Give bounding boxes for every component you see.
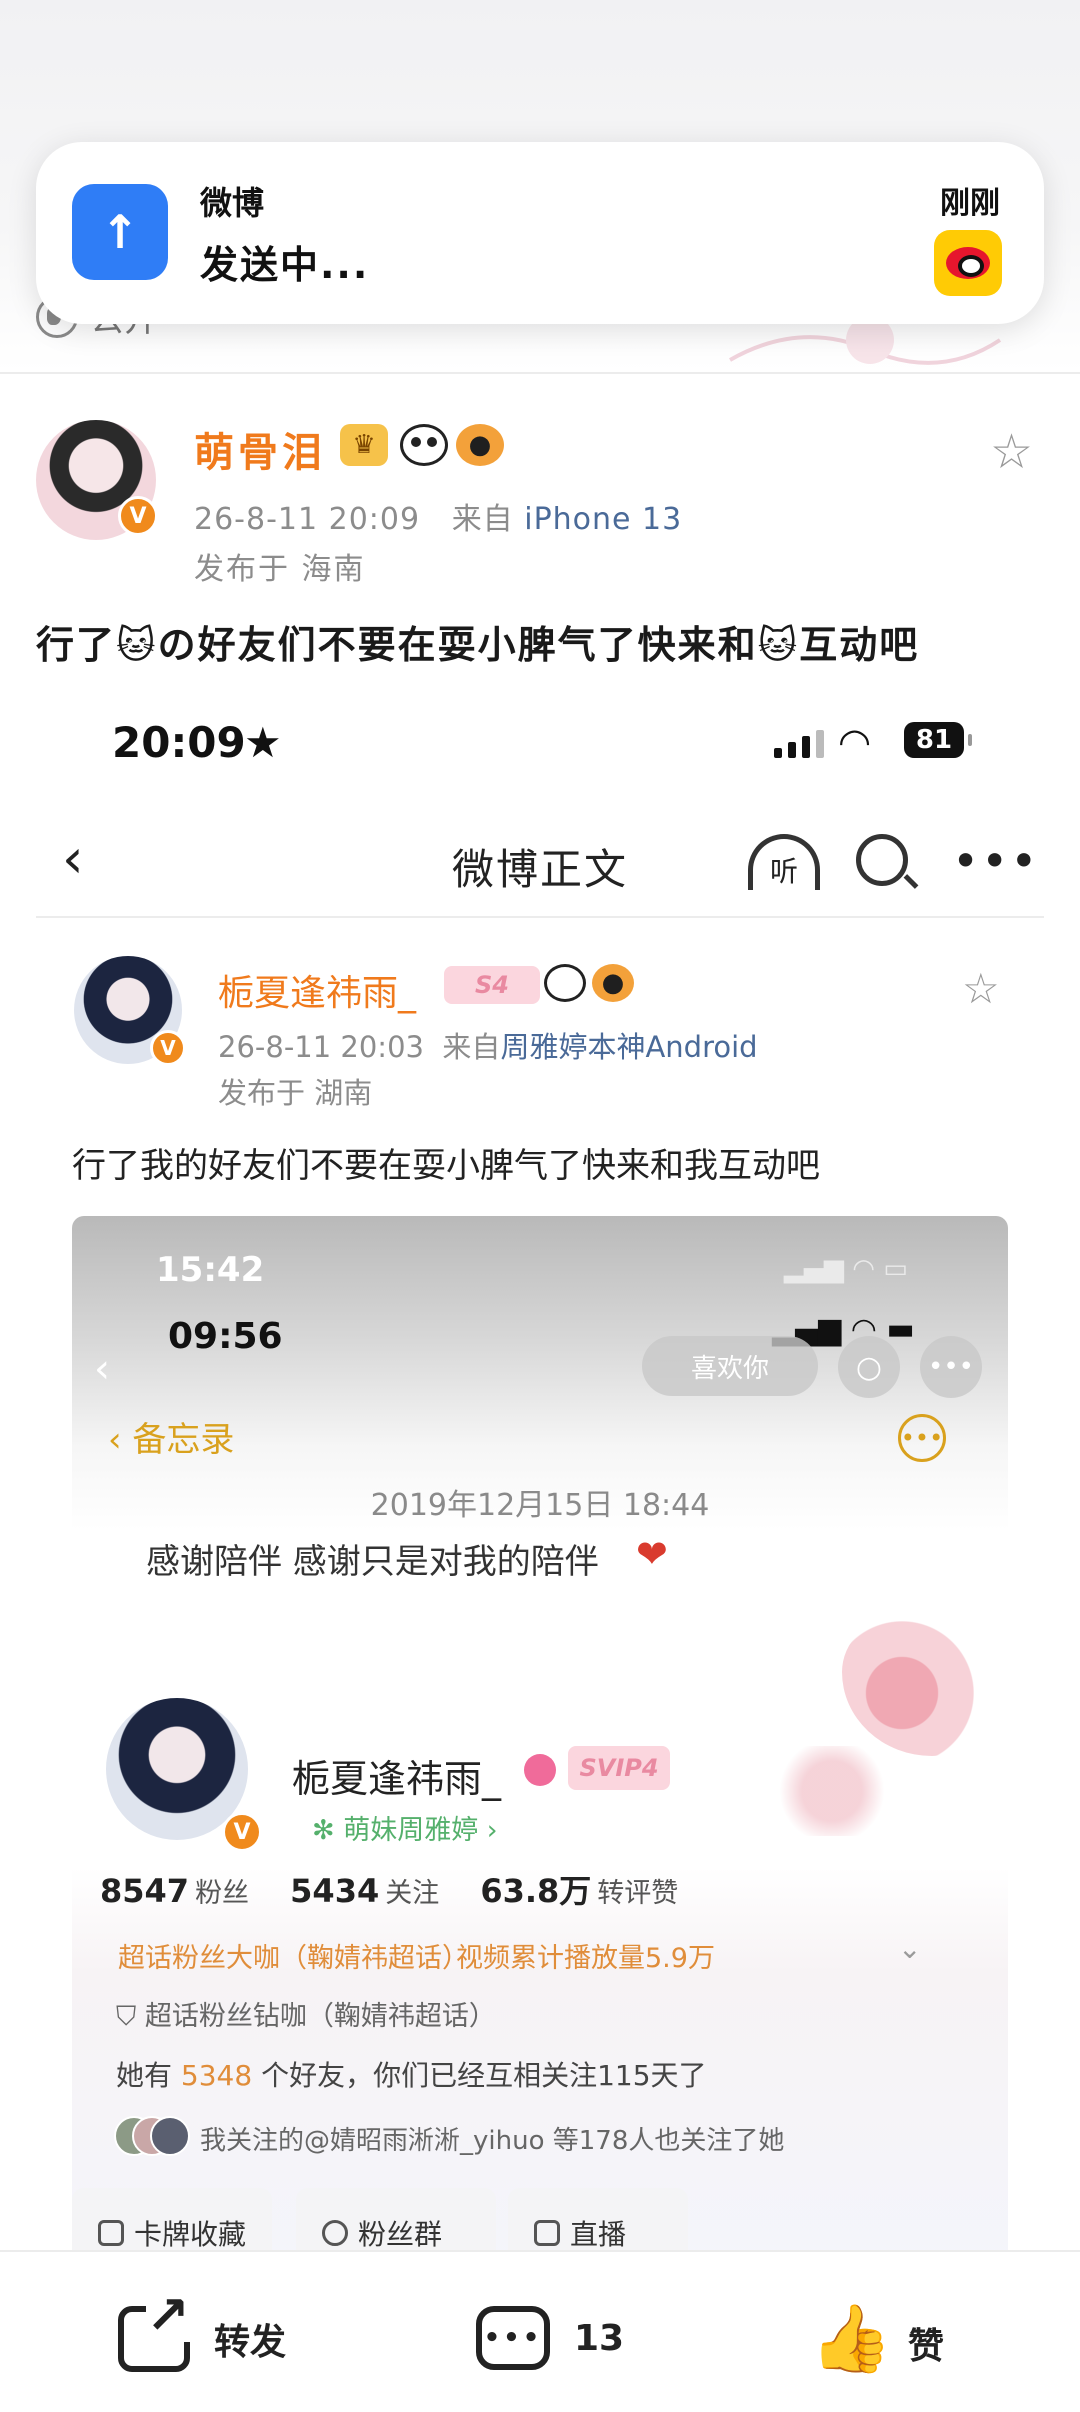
shot-pink-search-icon (524, 1754, 556, 1786)
notification-message: 发送中... (200, 243, 370, 287)
pufferfish-badge-icon[interactable]: ● (456, 424, 504, 466)
shot-back-icon: ‹ (94, 1346, 110, 1392)
shot-search-icon: ○ (838, 1336, 900, 1398)
stat-unit: 转评赞 (597, 1878, 679, 1909)
shot-badge-2: 视频累计播放量5.9万 (456, 1943, 715, 1974)
notification-app-name: 微博 (200, 184, 265, 222)
upload-notification[interactable]: ↑ 微博 发送中... 刚刚 (36, 142, 1044, 324)
shot-like-button: 喜欢你 (642, 1336, 818, 1396)
crown-badge-icon[interactable]: ♛ (340, 424, 388, 466)
shot-memo-date: 2019年12月15日 18:44 (370, 1488, 710, 1523)
shot-profile-tag: ✻ 萌妹周雅婷 › (312, 1815, 498, 1846)
stat-unit: 粉丝 (195, 1878, 250, 1909)
inner-post-timestamp: 26-8-11 20:03 (218, 1030, 424, 1064)
inner-post-meta: 26-8-11 20:03 来自周雅婷本神Android (218, 1024, 758, 1066)
shot-more-icon: ••• (920, 1336, 982, 1398)
post-text: 行了🐱の好友们不要在耍小脾气了快来和🐱互动吧 (36, 623, 920, 667)
thumbs-up-icon: 👍 (810, 2300, 893, 2377)
upload-arrow-icon: ↑ (72, 184, 168, 280)
shot-followed-by: 我关注的@婧昭雨淅淅_yihuo 等178人也关注了她 (200, 2126, 785, 2156)
shot-stats-row: 8547 粉丝 5434 关注 63.8万 转评赞 (100, 1866, 980, 1916)
verified-badge-icon: V (118, 496, 158, 536)
embedded-status-bar: 20:09 ★ ◠ 81 (0, 718, 1080, 780)
like-label: 赞 (908, 2326, 945, 2367)
attached-screenshot-image[interactable]: 15:42 ▂▄▆ ◠ ▭ 09:56 ▂▄▆ ◠ ▬ ‹ 喜欢你 ○ ••• … (72, 1216, 1008, 2266)
header-divider (0, 372, 1080, 374)
shot-svip-badge: SVIP4 (568, 1746, 670, 1790)
shot-verified-badge-icon: V (222, 1812, 262, 1852)
svip-badge[interactable]: S4 (444, 966, 540, 1004)
shot-expand-chevron-icon: ⌄ (898, 1932, 922, 1965)
battery-icon: 81 (904, 722, 972, 758)
author-name[interactable]: 萌骨泪 (194, 420, 326, 478)
inner-source-link[interactable]: 周雅婷本神Android (500, 1030, 757, 1064)
shot-memo-more-icon: ••• (898, 1414, 946, 1462)
shot-friends-line: 她有 5348 个好友，你们已经互相关注115天了 (116, 2059, 707, 2092)
panda-badge-icon[interactable] (400, 424, 448, 466)
shot-status-icons-1: ▂▄▆ ◠ ▭ (784, 1254, 908, 1284)
stat-number: 5434 (290, 1872, 380, 1910)
shot-badge-1: 超话粉丝大咖（鞠婧祎超话） (118, 1943, 469, 1974)
inner-pufferfish-badge-icon[interactable]: ● (592, 964, 634, 1002)
shot-status-time-2: 09:56 (168, 1316, 283, 1357)
inner-favorite-star-icon[interactable]: ☆ (962, 968, 1000, 1010)
wifi-icon: ◠ (838, 720, 872, 764)
shot-badge-3: ⛉ 超话粉丝钻咖（鞠婧祎超话） (116, 2001, 496, 2032)
embedded-nav-bar: ‹ 微博正文 听 ••• (0, 820, 1080, 904)
post-location: 发布于 海南 (194, 552, 366, 587)
shot-mutual-avatars (114, 2116, 190, 2156)
repost-label: 转发 (214, 2322, 287, 2363)
shot-profile-name: 栀夏逢祎雨_ (292, 1757, 502, 1801)
shot-memo-back: ‹ 备忘录 (108, 1420, 235, 1460)
comment-button[interactable]: ••• 13 (476, 2306, 624, 2370)
inner-author-name[interactable]: 栀夏逢祎雨_ (218, 964, 416, 1016)
status-time: 20:09 (112, 718, 246, 767)
favorite-star-icon[interactable]: ☆ (990, 428, 1033, 476)
inner-source-prefix: 来自 (442, 1030, 501, 1064)
inner-post-location: 发布于 湖南 (218, 1076, 373, 1110)
shot-status-time-1: 15:42 (156, 1250, 265, 1290)
inner-panda-badge-icon[interactable] (544, 964, 586, 1002)
nav-divider (36, 916, 1044, 918)
apple-sticker-decoration (842, 1616, 992, 1756)
more-dots-icon[interactable]: ••• (952, 834, 1039, 888)
star-status-icon: ★ (244, 718, 282, 767)
stat-number: 8547 (100, 1872, 190, 1910)
post-source-prefix: 来自 (451, 502, 514, 537)
comment-count: 13 (574, 2317, 625, 2359)
post-source-link[interactable]: iPhone 13 (524, 502, 682, 537)
repost-icon (118, 2290, 190, 2372)
listen-label: 听 (769, 855, 798, 888)
post-meta: 26-8-11 20:09 来自 iPhone 13 (194, 494, 682, 538)
red-heart-icon: ❤ (636, 1532, 668, 1576)
search-icon[interactable] (856, 834, 908, 886)
post-timestamp: 26-8-11 20:09 (194, 502, 421, 537)
weibo-logo-icon (934, 230, 1002, 296)
cellular-signal-icon (774, 728, 824, 758)
inner-verified-badge-icon: V (150, 1030, 186, 1066)
stat-number: 63.8万 (480, 1872, 592, 1910)
comment-icon: ••• (476, 2306, 550, 2370)
like-button[interactable]: 👍 赞 (810, 2306, 944, 2380)
hat-sticker-decoration (772, 1746, 892, 1836)
inner-post-text: 行了我的好友们不要在耍小脾气了快来和我互动吧 (72, 1146, 820, 1186)
action-bar: 转发 ••• 13 👍 赞 (0, 2252, 1080, 2412)
nav-title: 微博正文 (451, 845, 628, 894)
stat-unit: 关注 (385, 1878, 440, 1909)
repost-button[interactable]: 转发 (118, 2290, 287, 2372)
notification-time: 刚刚 (940, 186, 1000, 221)
shot-memo-text: 感谢陪伴 感谢只是对我的陪伴 (146, 1542, 599, 1582)
